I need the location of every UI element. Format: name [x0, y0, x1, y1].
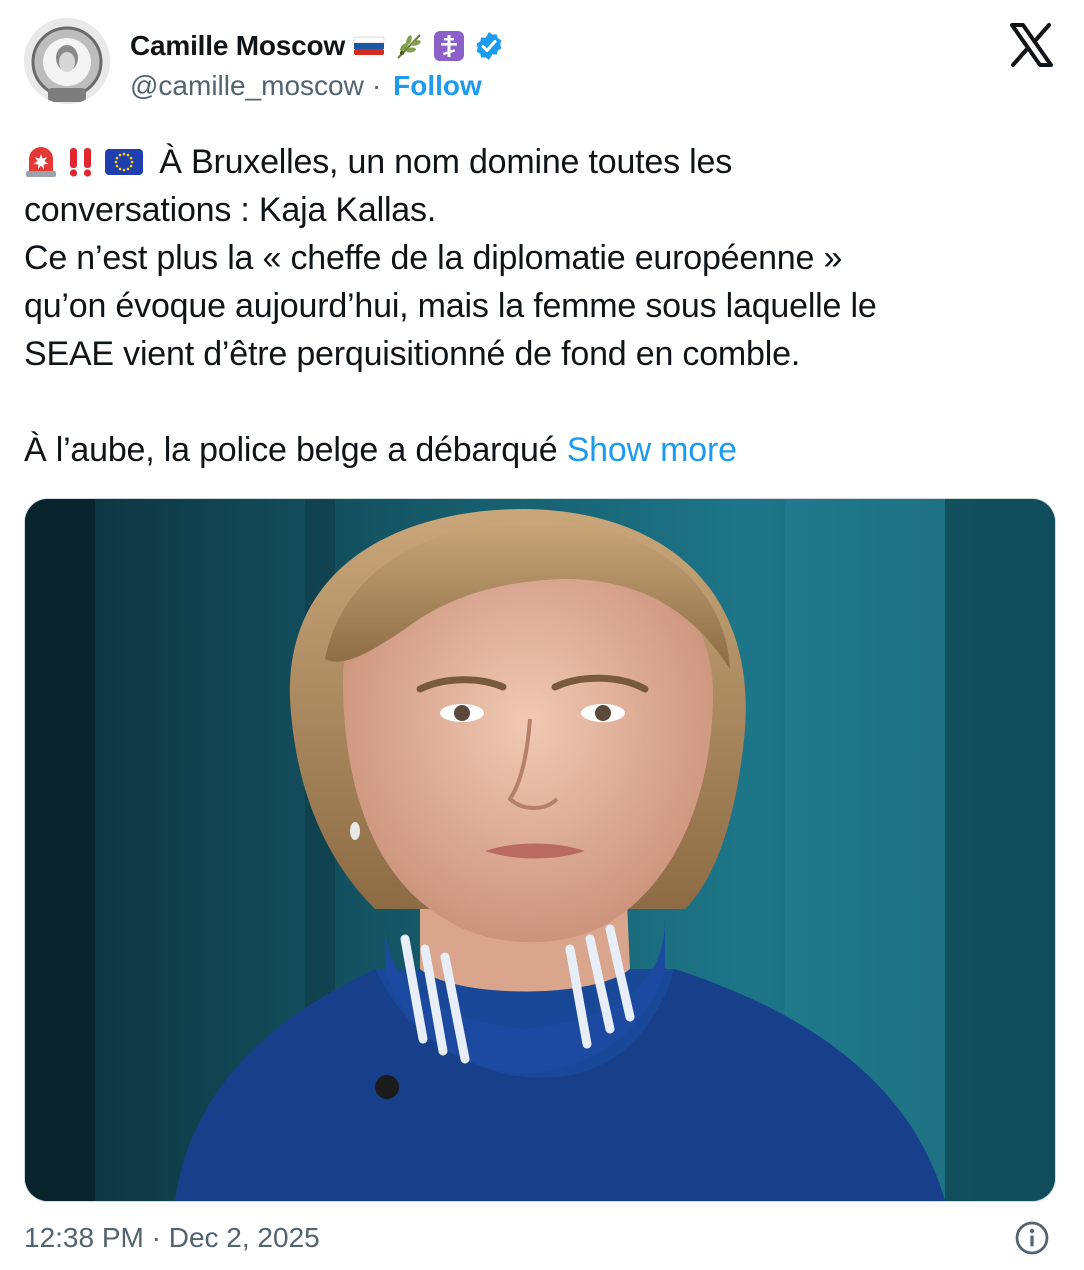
tweet-text: À Bruxelles, un nom domine toutes les co… [24, 138, 1054, 474]
tweet-line-4: qu’on évoque aujourd’hui, mais la femme … [24, 287, 877, 325]
orthodox-cross-icon [434, 31, 465, 61]
tweet-line-2: conversations : Kaja Kallas. [24, 191, 437, 229]
olive-branch-icon [397, 34, 421, 59]
tweet-line-1: À Bruxelles, un nom domine toutes les [159, 143, 733, 181]
avatar-image [24, 18, 110, 104]
russia-flag-icon [353, 36, 385, 55]
verified-badge-icon [476, 32, 502, 60]
handle-row: @camille_moscow · Follow [130, 70, 505, 102]
name-row: Camille Moscow [130, 28, 505, 64]
avatar[interactable] [24, 18, 110, 104]
user-block: Camille Moscow @camille_moscow · Follow [130, 28, 505, 102]
rotating-light-icon [26, 147, 56, 177]
follow-button[interactable]: Follow [393, 70, 482, 102]
tweet-line-6-container: À l’aube, la police belge a débarqué Sho… [24, 426, 1054, 474]
photo-image [25, 499, 1055, 1201]
tweet-line-3: Ce n’est plus la « cheffe de la diplomat… [24, 239, 843, 277]
tweet-photo[interactable] [24, 498, 1056, 1202]
timestamp[interactable]: 12:38 PM · Dec 2, 2025 [24, 1222, 320, 1254]
tweet-footer: 12:38 PM · Dec 2, 2025 [24, 1220, 1054, 1260]
show-more-link[interactable]: Show more [567, 431, 737, 469]
tweet-line-5: SEAE vient d’être perquisitionné de fond… [24, 335, 801, 373]
display-name[interactable]: Camille Moscow [130, 30, 345, 62]
tweet-header: Camille Moscow @camille_moscow · Follow [24, 16, 1060, 112]
tweet-line-6: À l’aube, la police belge a débarqué [24, 431, 558, 469]
info-icon[interactable] [1014, 1220, 1050, 1256]
tweet-line: À Bruxelles, un nom domine toutes les [24, 138, 1054, 186]
x-logo-icon[interactable] [1008, 22, 1054, 68]
double-exclamation-icon [69, 148, 92, 177]
separator-dot: · [371, 70, 382, 101]
eu-flag-icon [105, 149, 143, 175]
handle[interactable]: @camille_moscow [130, 70, 364, 102]
